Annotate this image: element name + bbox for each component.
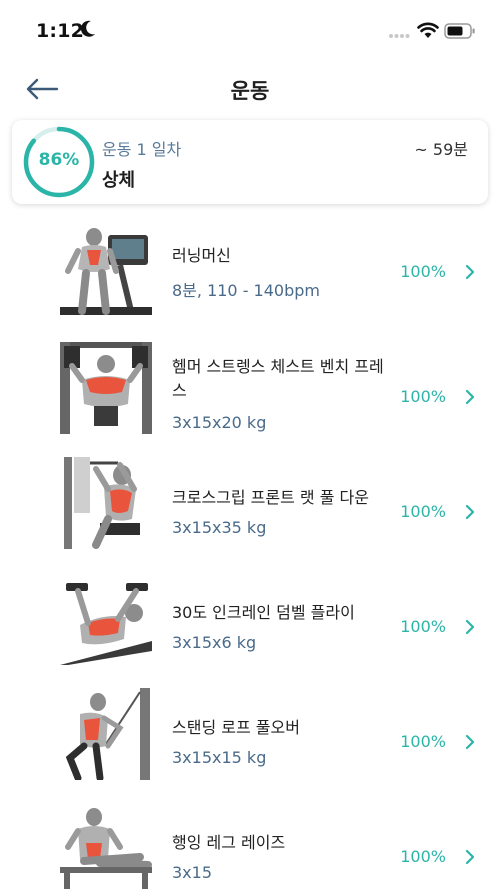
exercise-completion: 100%	[400, 502, 446, 521]
rope-pullover-exercise-illustration	[65, 688, 150, 780]
chest-press-exercise-illustration	[60, 342, 152, 434]
exercise-name: 크로스그립 프론트 랫 풀 다운	[172, 488, 369, 507]
exercise-name: 행잉 레그 레이즈	[172, 833, 286, 852]
exercise-row[interactable]: 헴머 스트렝스 체스트 벤치 프레스 3x15x20 kg 100%	[0, 335, 500, 450]
exercise-detail: 3x15	[172, 863, 213, 882]
cellular-dots-icon	[389, 34, 410, 38]
exercise-completion: 100%	[400, 387, 446, 406]
moon-icon	[80, 20, 95, 37]
page-title: 운동	[230, 79, 270, 103]
chevron-right-icon	[465, 734, 475, 750]
battery-icon	[444, 23, 475, 39]
exercise-detail: 8분, 110 - 140bpm	[172, 281, 320, 300]
exercise-name: 스탠딩 로프 풀오버	[172, 718, 300, 737]
exercise-completion: 100%	[400, 847, 446, 866]
exercise-name: 30도 인크레인 덤벨 플라이	[172, 603, 355, 622]
exercise-completion: 100%	[400, 262, 446, 281]
workout-screen: 1:12 운동 86% 운동 1 일차 상체 ~ 59분 러닝머신 8분, 11…	[0, 0, 500, 889]
app-header: 운동	[0, 60, 500, 118]
status-bar: 1:12	[0, 0, 500, 60]
exercise-detail: 3x15x35 kg	[172, 518, 267, 537]
exercise-detail: 3x15x20 kg	[172, 413, 267, 432]
chevron-right-icon	[465, 849, 475, 865]
chevron-right-icon	[465, 264, 475, 280]
chevron-right-icon	[465, 504, 475, 520]
exercise-row[interactable]: 크로스그립 프론트 랫 풀 다운 3x15x35 kg 100%	[0, 450, 500, 565]
status-time: 1:12	[36, 20, 85, 42]
progress-percent: 86%	[38, 150, 80, 170]
exercise-row[interactable]: 러닝머신 8분, 110 - 140bpm 100%	[0, 210, 500, 325]
exercise-name: 러닝머신	[172, 246, 231, 265]
dumbbell-fly-exercise-illustration	[60, 583, 152, 665]
exercise-row[interactable]: 행잉 레그 레이즈 3x15 100%	[0, 795, 500, 889]
exercise-row[interactable]: 30도 인크레인 덤벨 플라이 3x15x6 kg 100%	[0, 565, 500, 680]
exercise-completion: 100%	[400, 617, 446, 636]
exercise-completion: 100%	[400, 732, 446, 751]
exercise-name: 헴머 스트렝스 체스트 벤치 프레스	[172, 357, 384, 400]
treadmill-exercise-illustration	[60, 228, 152, 315]
workout-name: 상체	[102, 170, 136, 191]
chevron-right-icon	[465, 619, 475, 635]
chevron-right-icon	[465, 389, 475, 405]
workout-duration: ~ 59분	[414, 140, 468, 159]
hanging-leg-raise-exercise-illustration	[60, 808, 152, 889]
exercise-detail: 3x15x6 kg	[172, 633, 257, 652]
wifi-icon	[417, 22, 439, 38]
workout-summary-card[interactable]: 86% 운동 1 일차 상체 ~ 59분	[12, 120, 488, 204]
exercise-detail: 3x15x15 kg	[172, 748, 267, 767]
lat-pulldown-exercise-illustration	[64, 457, 140, 549]
exercise-row[interactable]: 스탠딩 로프 풀오버 3x15x15 kg 100%	[0, 680, 500, 795]
workout-day-label: 운동 1 일차	[102, 140, 182, 159]
